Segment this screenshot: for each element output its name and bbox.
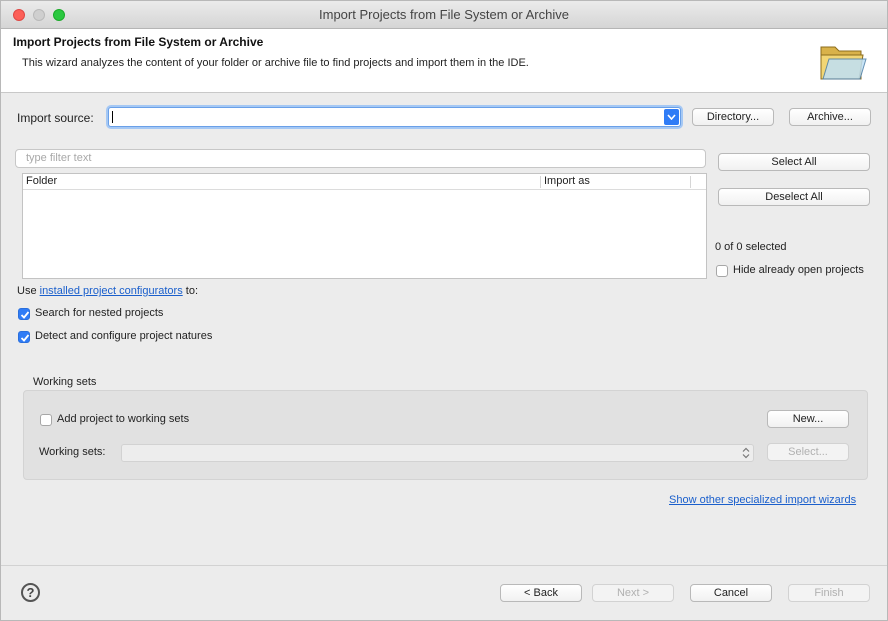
window-title: Import Projects from File System or Arch… bbox=[319, 7, 569, 22]
configurators-suffix: to: bbox=[185, 285, 198, 297]
detect-natures-checkbox[interactable] bbox=[18, 331, 30, 343]
back-button[interactable]: < Back bbox=[500, 584, 582, 602]
chevron-down-icon[interactable] bbox=[664, 109, 679, 125]
archive-button[interactable]: Archive... bbox=[789, 108, 871, 126]
installed-configurators-link[interactable]: installed project configurators bbox=[40, 285, 183, 297]
folder-icon bbox=[817, 39, 867, 85]
projects-table[interactable]: Folder Import as bbox=[22, 173, 707, 279]
column-divider[interactable] bbox=[540, 176, 541, 188]
hide-open-projects-checkbox[interactable] bbox=[716, 265, 728, 277]
column-divider[interactable] bbox=[690, 176, 691, 188]
configurators-prefix: Use bbox=[17, 285, 37, 297]
search-nested-checkbox[interactable] bbox=[18, 308, 30, 320]
text-cursor bbox=[112, 111, 113, 123]
filter-placeholder: type filter text bbox=[26, 152, 92, 164]
directory-button[interactable]: Directory... bbox=[692, 108, 774, 126]
search-nested-label: Search for nested projects bbox=[35, 307, 164, 319]
other-import-wizards-link[interactable]: Show other specialized import wizards bbox=[669, 494, 856, 506]
finish-button[interactable]: Finish bbox=[788, 584, 870, 602]
select-working-sets-button[interactable]: Select... bbox=[767, 443, 849, 461]
configurators-line: Use installed project configurators to: bbox=[17, 285, 198, 297]
working-sets-group-title: Working sets bbox=[33, 376, 97, 388]
hide-open-projects-label: Hide already open projects bbox=[733, 264, 864, 276]
updown-arrows-icon bbox=[742, 447, 750, 459]
cancel-button[interactable]: Cancel bbox=[690, 584, 772, 602]
banner-title: Import Projects from File System or Arch… bbox=[13, 35, 264, 49]
column-header-import-as[interactable]: Import as bbox=[544, 175, 590, 187]
working-sets-group bbox=[23, 390, 868, 480]
banner-description: This wizard analyzes the content of your… bbox=[22, 57, 529, 69]
import-source-label: Import source: bbox=[17, 111, 94, 125]
select-all-button[interactable]: Select All bbox=[718, 153, 870, 171]
filter-input[interactable]: type filter text bbox=[15, 149, 706, 168]
working-sets-label: Working sets: bbox=[39, 446, 106, 458]
working-sets-select[interactable] bbox=[121, 444, 754, 462]
new-working-set-button[interactable]: New... bbox=[767, 410, 849, 428]
import-source-combo[interactable] bbox=[108, 107, 681, 127]
table-header: Folder Import as bbox=[23, 174, 706, 190]
add-to-working-sets-checkbox[interactable] bbox=[40, 414, 52, 426]
import-wizard-window: Import Projects from File System or Arch… bbox=[0, 0, 888, 621]
deselect-all-button[interactable]: Deselect All bbox=[718, 188, 870, 206]
help-icon[interactable]: ? bbox=[21, 583, 40, 602]
next-button[interactable]: Next > bbox=[592, 584, 674, 602]
selection-count: 0 of 0 selected bbox=[715, 241, 787, 253]
add-to-working-sets-label: Add project to working sets bbox=[57, 413, 190, 425]
column-header-folder[interactable]: Folder bbox=[26, 175, 57, 187]
footer-divider bbox=[1, 565, 887, 566]
detect-natures-label: Detect and configure project natures bbox=[35, 330, 213, 342]
title-bar: Import Projects from File System or Arch… bbox=[1, 1, 887, 29]
wizard-banner: Import Projects from File System or Arch… bbox=[1, 29, 887, 93]
